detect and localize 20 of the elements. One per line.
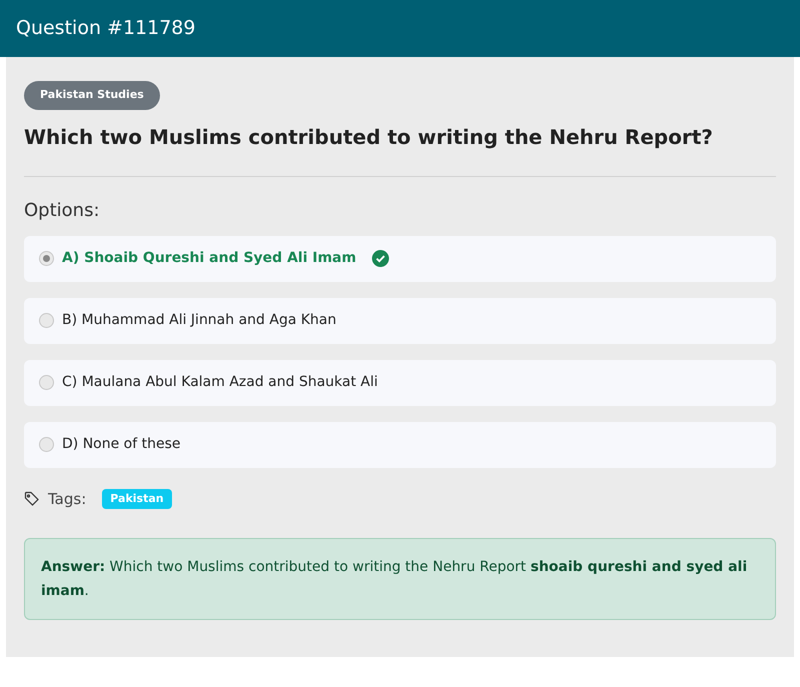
option-text: D) None of these [62, 435, 180, 454]
option-text: A) Shoaib Qureshi and Syed Ali Imam [62, 249, 356, 268]
option-row[interactable]: D) None of these [24, 422, 776, 468]
radio-button[interactable] [39, 437, 54, 452]
option-row[interactable]: A) Shoaib Qureshi and Syed Ali Imam [24, 236, 776, 282]
question-text: Which two Muslims contributed to writing the Nehru Report? [24, 124, 714, 150]
options-label: Options: [24, 198, 101, 222]
option-row[interactable]: B) Muhammad Ali Jinnah and Aga Khan [24, 298, 776, 344]
answer-text: Answer: Which two Muslims contributed to writing the Nehru Report shoaib qureshi and syed ali imam. [41, 558, 748, 601]
tag-icon [24, 490, 40, 507]
tags-label: Tags: [48, 488, 86, 510]
page-title: Question #111789 [16, 16, 196, 42]
radio-button[interactable] [39, 313, 54, 328]
option-text: B) Muhammad Ali Jinnah and Aga Khan [62, 311, 336, 330]
radio-button[interactable] [39, 251, 54, 266]
category-badge: Pakistan Studies [24, 81, 160, 110]
radio-button[interactable] [39, 375, 54, 390]
option-text: C) Maulana Abul Kalam Azad and Shaukat Ali [62, 373, 378, 392]
option-row[interactable]: C) Maulana Abul Kalam Azad and Shaukat Ali [24, 360, 776, 406]
check-circle-icon [372, 250, 390, 267]
